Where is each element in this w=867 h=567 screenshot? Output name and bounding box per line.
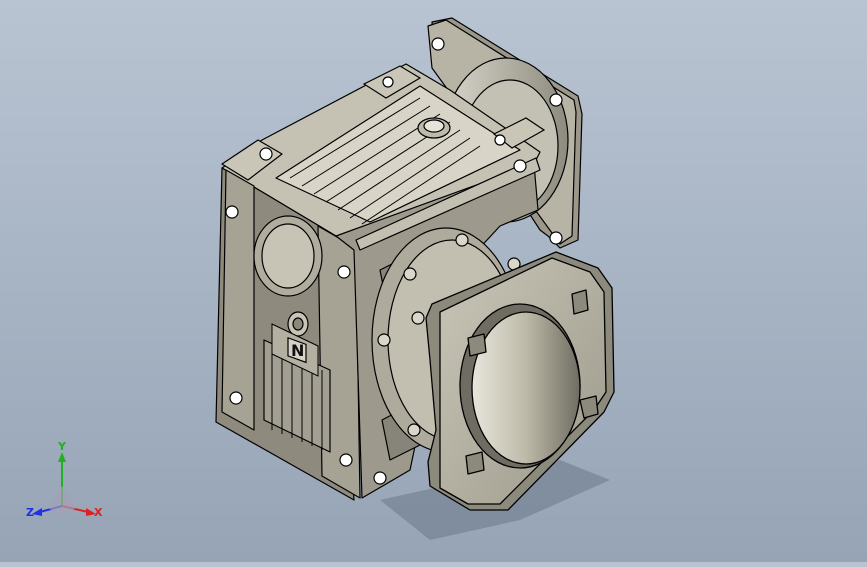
y-axis-arrow-icon <box>58 452 66 462</box>
z-axis-label: Z <box>26 506 34 519</box>
gearbox-model[interactable]: N <box>0 0 867 562</box>
nameplate-logo: N <box>291 341 304 360</box>
y-axis-label: Y <box>58 440 66 453</box>
triad-cone <box>48 486 76 516</box>
graphics-viewport[interactable]: N <box>0 0 867 562</box>
x-axis-label: X <box>94 506 103 519</box>
coordinate-triad: Y X Z <box>24 440 108 526</box>
